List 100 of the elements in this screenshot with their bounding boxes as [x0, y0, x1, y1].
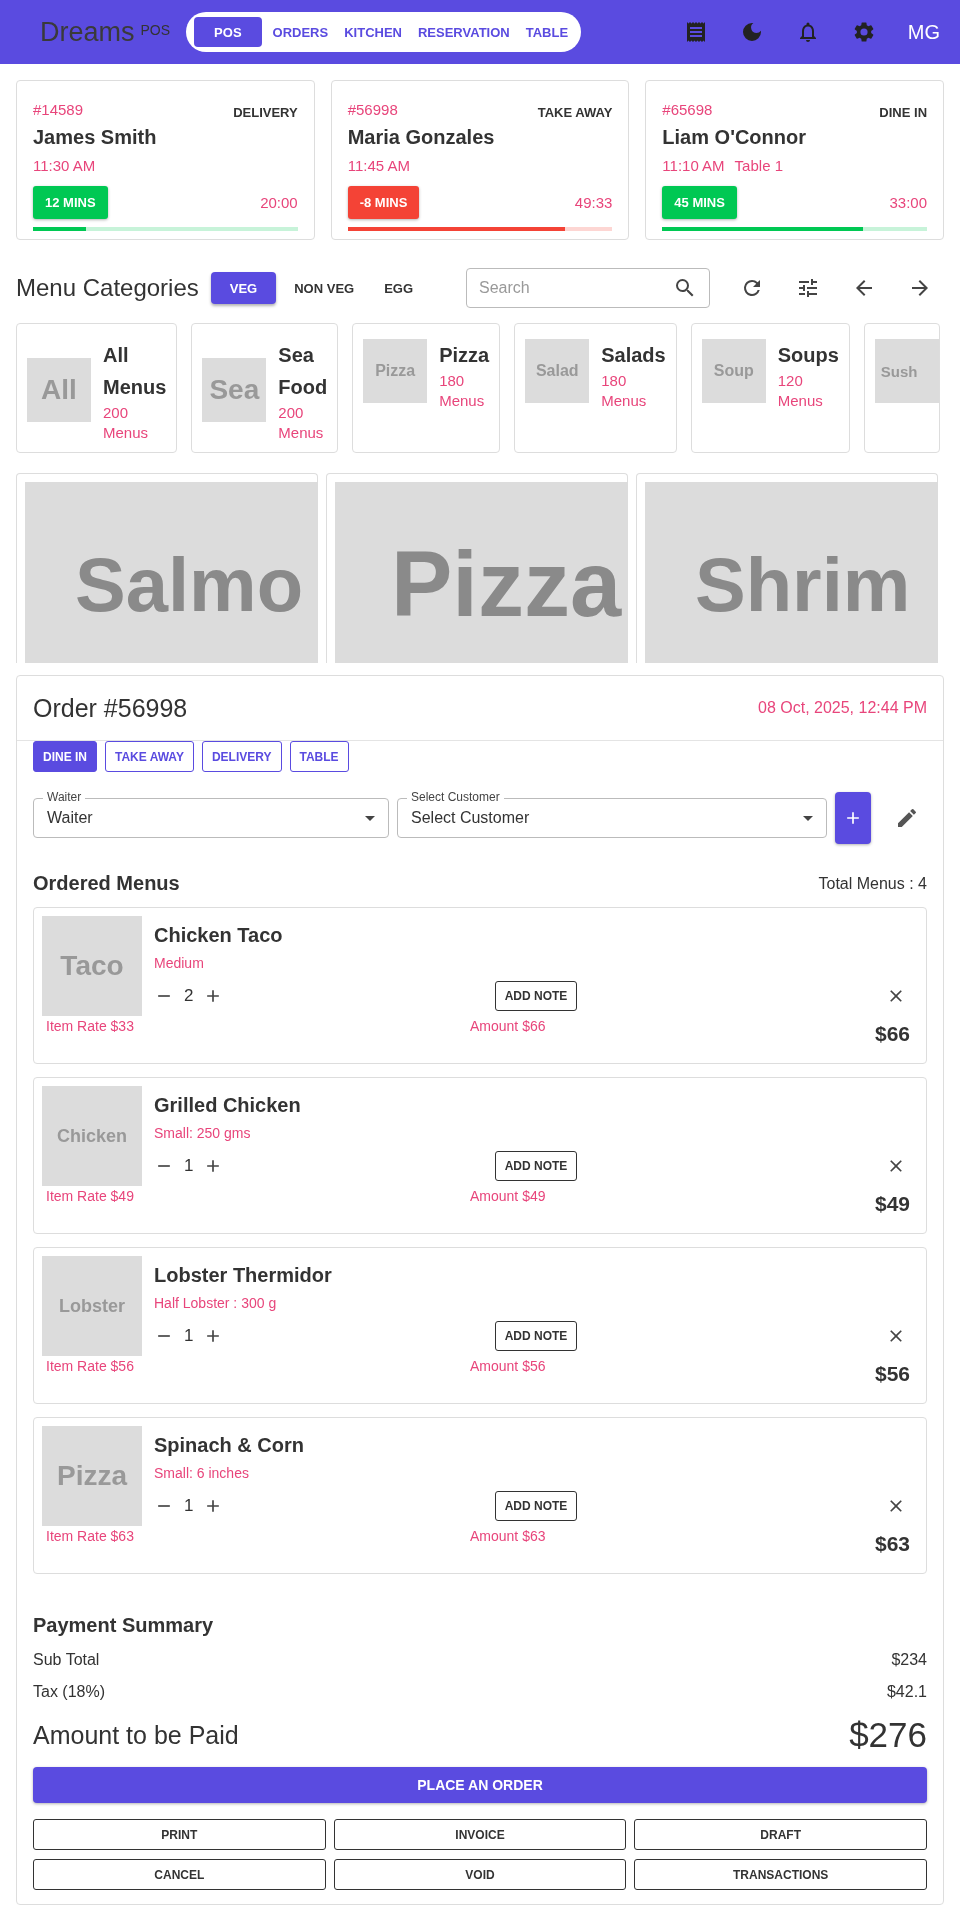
- field-value: Waiter: [47, 809, 93, 827]
- menu-count: 120 Menus: [777, 371, 823, 411]
- user-initials[interactable]: MG: [907, 20, 940, 44]
- action-button[interactable]: DRAFT: [634, 1819, 927, 1850]
- item-rate: Item Rate $49: [46, 1188, 135, 1204]
- nav-tab[interactable]: TABLE: [520, 17, 574, 47]
- quantity: 2: [184, 986, 194, 1006]
- thumbnail: Pizza: [42, 1426, 142, 1526]
- order-time: 11:10 AM: [662, 157, 725, 174]
- summary-label: Tax (18%): [33, 1683, 106, 1701]
- thumbnail: Sush: [874, 339, 939, 403]
- order-type: TAKE AWAY: [537, 105, 613, 120]
- action-button[interactable]: VOID: [333, 1859, 627, 1890]
- item-amount: Amount $56: [470, 1358, 547, 1374]
- category-name: Sea Food: [278, 343, 328, 400]
- place-order-button[interactable]: PLACE AN ORDER: [33, 1767, 927, 1803]
- order-card[interactable]: #14589 DELIVERY James Smith 11:30 AM 12 MINS 20:00: [16, 80, 315, 240]
- quantity: 1: [184, 1156, 194, 1176]
- thumbnail: Soup: [701, 339, 766, 403]
- item-name: Chicken Taco: [154, 924, 284, 947]
- order-type-tab[interactable]: DELIVERY: [201, 741, 282, 772]
- category-card[interactable]: Pizza Pizza 180 Menus: [352, 323, 501, 453]
- filter-tab[interactable]: NON VEG: [282, 272, 367, 304]
- category-name: Pizza: [439, 343, 490, 368]
- caret-icon: [803, 815, 813, 821]
- action-button[interactable]: CANCEL: [33, 1859, 326, 1890]
- edit-icon[interactable]: [895, 806, 919, 830]
- order-type-tab[interactable]: DINE IN: [33, 741, 97, 772]
- item-variant: Small: 250 gms: [154, 1125, 252, 1141]
- order-card[interactable]: #56998 TAKE AWAY Maria Gonzales 11:45 AM -8 MINS 49:33: [330, 80, 630, 240]
- filter-tab[interactable]: VEG: [210, 272, 277, 304]
- customer-select[interactable]: Select Customer Select Customer: [397, 790, 827, 838]
- item-variant: Small: 6 inches: [154, 1465, 250, 1481]
- nav-tab[interactable]: ORDERS: [267, 17, 334, 47]
- item-rate: Item Rate $63: [46, 1528, 135, 1544]
- menu-count: 200 Menus: [103, 403, 148, 443]
- thumbnail: Lobster: [42, 1256, 142, 1356]
- item-total: $66: [874, 1022, 910, 1046]
- timer-badge: 12 MINS: [33, 186, 108, 219]
- action-button[interactable]: PRINT: [33, 1819, 326, 1850]
- order-card[interactable]: #65698 DINE IN Liam O'Connor 11:10 AM Table 1 45 MINS 33:00: [645, 80, 944, 240]
- menu-count: 180 Menus: [439, 371, 485, 411]
- item-total: $56: [874, 1362, 910, 1386]
- add-note-button[interactable]: ADD NOTE: [494, 1321, 578, 1351]
- total-menus: Total Menus : 4: [818, 874, 927, 893]
- item-name: Spinach & Corn: [154, 1434, 305, 1457]
- elapsed-time: 20:00: [260, 194, 298, 211]
- thumbnail: Pizza: [363, 339, 428, 403]
- item-amount: Amount $49: [470, 1188, 547, 1204]
- action-button[interactable]: INVOICE: [333, 1819, 627, 1850]
- thumbnail: Chicken: [42, 1086, 142, 1186]
- order-number: #65698: [662, 101, 713, 118]
- customer-name: James Smith: [33, 126, 158, 149]
- waiter-select[interactable]: Waiter Waiter: [33, 790, 389, 838]
- nav-tab[interactable]: KITCHEN: [339, 17, 407, 47]
- action-button[interactable]: TRANSACTIONS: [634, 1859, 927, 1890]
- total-value: $276: [849, 1715, 927, 1755]
- order-number: #14589: [33, 101, 84, 118]
- total-label: Amount to be Paid: [33, 1720, 239, 1750]
- section-title: Payment Summary: [33, 1614, 215, 1637]
- category-card[interactable]: Sea Sea Food 200 Menus: [191, 323, 339, 453]
- customer-name: Liam O'Connor: [662, 126, 807, 149]
- category-name: All Menus: [103, 343, 167, 400]
- field-label: Waiter: [43, 790, 86, 804]
- logo-text: Dreams: [40, 16, 135, 48]
- item-name: Grilled Chicken: [154, 1094, 302, 1117]
- order-date: 08 Oct, 2025, 12:44 PM: [758, 699, 927, 717]
- category-name: Soups: [777, 343, 839, 368]
- timer-badge: 45 MINS: [662, 186, 737, 219]
- thumbnail: Taco: [42, 916, 142, 1016]
- thumbnail: Salad: [525, 339, 590, 403]
- filter-tab[interactable]: EGG: [372, 272, 426, 304]
- nav-tab[interactable]: POS: [194, 17, 262, 47]
- elapsed-time: 49:33: [574, 194, 613, 211]
- caret-icon: [365, 815, 375, 821]
- menu-count: 200 Menus: [278, 403, 324, 443]
- item-variant: Medium: [154, 955, 205, 971]
- category-card[interactable]: Soup Soups 120 Menus: [690, 323, 850, 453]
- nav-tab[interactable]: RESERVATION: [412, 17, 515, 47]
- add-note-button[interactable]: ADD NOTE: [494, 981, 578, 1011]
- order-type-tab[interactable]: TABLE: [289, 741, 349, 772]
- summary-value: $234: [891, 1651, 927, 1669]
- item-total: $63: [874, 1532, 910, 1556]
- thumbnail: Sea: [202, 358, 267, 422]
- logo-suffix: POS: [140, 22, 171, 38]
- section-title: Menu Categories: [16, 274, 199, 302]
- menu-count: 180 Menus: [601, 371, 647, 411]
- add-note-button[interactable]: ADD NOTE: [494, 1491, 578, 1521]
- add-note-button[interactable]: ADD NOTE: [494, 1151, 578, 1181]
- order-type: DINE IN: [879, 105, 927, 120]
- filter-icon[interactable]: [796, 276, 820, 300]
- item-variant: Half Lobster : 300 g: [154, 1295, 278, 1311]
- thumbnail: All: [27, 358, 91, 422]
- add-customer-button[interactable]: [835, 792, 871, 844]
- category-name: Salads: [601, 343, 666, 368]
- category-card[interactable]: All All Menus 200 Menus: [16, 323, 178, 453]
- category-card[interactable]: Salad Salads 180 Menus: [514, 323, 677, 453]
- quantity: 1: [184, 1326, 194, 1346]
- order-type-tab[interactable]: TAKE AWAY: [105, 741, 194, 772]
- item-total: $49: [874, 1192, 910, 1216]
